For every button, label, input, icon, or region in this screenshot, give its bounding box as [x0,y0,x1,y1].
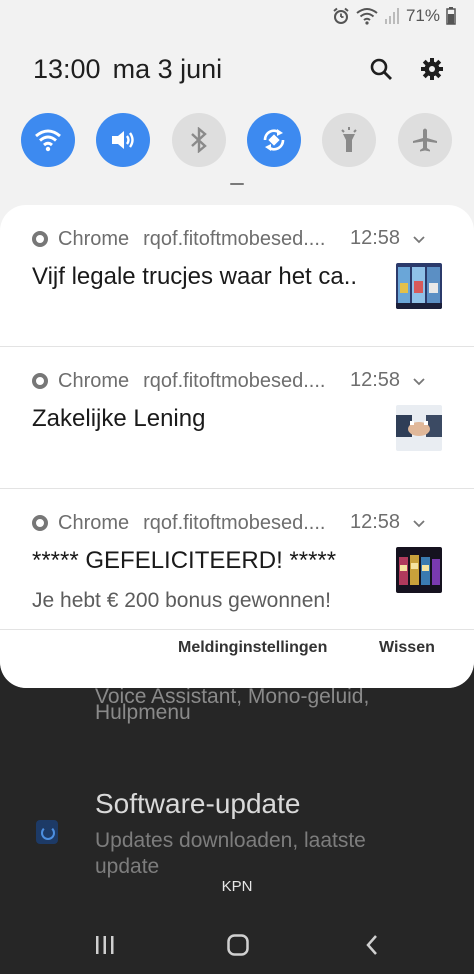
home-button[interactable] [218,929,258,961]
settings-button[interactable] [417,54,447,84]
notification-time: 12:58 [350,511,401,533]
back-button[interactable] [352,929,392,961]
flashlight-toggle[interactable] [322,113,376,167]
airplane-icon [413,128,437,152]
notification-header: Chrome rqof.fitoftmobesed.... [32,369,338,393]
software-update-title: Software-update [95,788,301,819]
search-icon [370,58,392,80]
speaker-icon [112,131,134,149]
chevron-down-icon[interactable] [412,375,426,389]
notification-item[interactable]: Chrome rqof.fitoftmobesed.... 12:58 ****… [0,489,474,631]
chrome-icon [32,515,48,531]
notification-title: ***** GEFELICITEERD! ***** [32,547,337,574]
back-icon [366,935,377,955]
bluetooth-toggle[interactable] [172,113,226,167]
chevron-down-icon[interactable] [412,233,426,247]
wifi-toggle[interactable] [21,113,75,167]
status-bar: 71% [0,0,474,34]
notification-settings-button[interactable]: Meldinginstellingen [178,639,327,657]
quick-settings [21,113,461,169]
notification-app: Chrome [58,511,130,534]
auto-rotate-toggle[interactable] [247,113,301,167]
flashlight-icon [341,127,357,152]
settings-item-accessibility-subtitle: Hulpmenu [95,701,191,724]
wifi-icon [356,8,378,25]
notification-time: 12:58 [350,227,401,249]
chevron-down-icon[interactable] [412,517,426,531]
sound-toggle[interactable] [96,113,150,167]
signal-icon [384,8,399,24]
settings-item-software-update[interactable]: Software-update Updates downloaden, laat… [0,786,474,878]
notification-header: Chrome rqof.fitoftmobesed.... [32,511,338,535]
alarm-icon [333,7,349,24]
battery-percentage: 71% [405,6,440,25]
notification-header: Chrome rqof.fitoftmobesed.... [32,227,338,251]
recent-apps-button[interactable] [85,929,125,961]
notification-actions: Meldinginstellingen Wissen [0,629,474,669]
date-label: ma 3 juni [112,54,223,84]
notification-thumbnail-slot-machines [396,547,442,593]
notification-shade: 71% 13:00 ma 3 juni Chrome rqof.fitoftmo… [0,0,474,688]
notification-site: rqof.fitoftmobesed.... [143,511,326,534]
notification-item[interactable]: Chrome rqof.fitoftmobesed.... 12:58 Vijf… [0,205,474,347]
notification-thumbnail-handshake [396,405,442,451]
battery-icon [446,7,456,25]
shade-handle[interactable] [230,183,244,185]
notification-app: Chrome [58,227,130,250]
clock: 13:00 [33,54,101,84]
notification-site: rqof.fitoftmobesed.... [143,227,326,250]
clear-all-button[interactable]: Wissen [379,639,435,657]
carrier-label: KPN [221,878,253,895]
home-icon [227,934,249,956]
notification-body: Je hebt € 200 bonus gewonnen! [32,589,331,612]
auto-rotate-icon [263,129,285,151]
software-update-icon [36,820,58,844]
notification-panel: Chrome rqof.fitoftmobesed.... 12:58 Vijf… [0,205,474,688]
notification-app: Chrome [58,369,130,392]
notification-title: Zakelijke Lening [32,405,206,432]
date-time[interactable]: 13:00 ma 3 juni [33,54,222,85]
gear-icon [421,58,443,80]
chrome-icon [32,373,48,389]
recent-apps-icon [96,936,114,954]
notification-item[interactable]: Chrome rqof.fitoftmobesed.... 12:58 Zake… [0,347,474,489]
notification-title: Vijf legale trucjes waar het ca.. [32,263,358,290]
notification-time: 12:58 [350,369,401,391]
wifi-icon [35,129,61,152]
navigation-bar [0,915,474,974]
bluetooth-icon [191,127,207,153]
notification-site: rqof.fitoftmobesed.... [143,369,326,392]
software-update-subtitle: Updates downloaden, laatste update [95,829,366,878]
notification-thumbnail-casino [396,263,442,309]
airplane-mode-toggle[interactable] [398,113,452,167]
search-button[interactable] [366,54,396,84]
chrome-icon [32,231,48,247]
